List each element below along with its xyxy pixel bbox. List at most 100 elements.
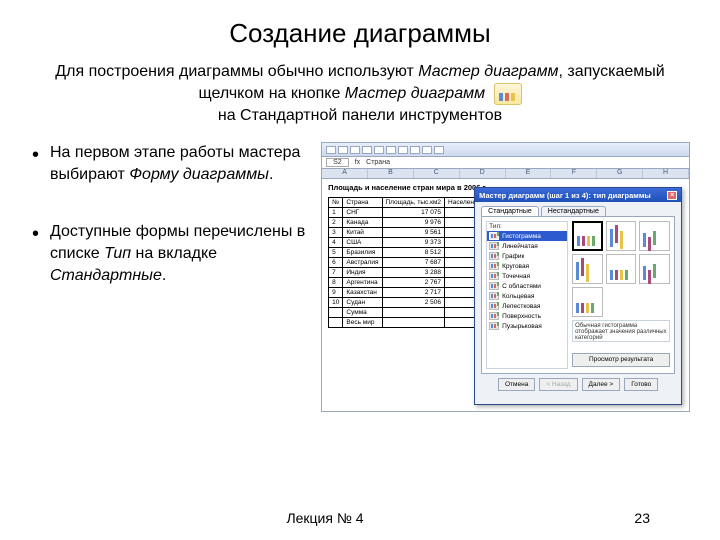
bullet-text: . xyxy=(269,166,273,183)
formula-content: Страна xyxy=(366,159,390,166)
back-button[interactable]: < Назад xyxy=(539,378,577,391)
chart-type-icon xyxy=(489,252,499,260)
chart-type-item[interactable]: С областями xyxy=(487,281,567,291)
chart-type-label: Лепестковая xyxy=(502,303,540,310)
col-header: E xyxy=(506,169,552,178)
cell: Весь мир xyxy=(343,318,382,328)
cell: 10 xyxy=(329,298,343,308)
excel-toolbar xyxy=(322,143,689,157)
th: Страна xyxy=(343,198,382,208)
cell: 3 288 xyxy=(382,268,445,278)
chart-type-item[interactable]: Лепестковая xyxy=(487,301,567,311)
chart-wizard-icon xyxy=(494,83,522,105)
cell: 8 512 xyxy=(382,248,445,258)
th: Площадь, тыс.км2 xyxy=(382,198,445,208)
tab-standard[interactable]: Стандартные xyxy=(481,206,539,216)
chart-type-item[interactable]: Гистограмма xyxy=(487,231,567,241)
cell: Канада xyxy=(343,218,382,228)
chart-type-item[interactable]: Точечная xyxy=(487,271,567,281)
cell: 2 xyxy=(329,218,343,228)
chart-type-icon xyxy=(489,242,499,250)
cell xyxy=(382,318,445,328)
cell: 2 717 xyxy=(382,288,445,298)
chart-type-item[interactable]: Кольцевая xyxy=(487,291,567,301)
wizard-buttons: Отмена < Назад Далее > Готово xyxy=(475,378,681,397)
cell: Аргентина xyxy=(343,278,382,288)
chart-subtype[interactable] xyxy=(606,254,637,284)
cell: 5 xyxy=(329,248,343,258)
chart-type-item[interactable]: График xyxy=(487,251,567,261)
excel-screenshot: S2 fx Страна A B C D E F G H Площадь и н… xyxy=(321,142,690,412)
cell: 4 xyxy=(329,238,343,248)
cell xyxy=(382,308,445,318)
slide-footer: Лекция № 4 23 xyxy=(0,510,720,526)
cell: 9 373 xyxy=(382,238,445,248)
intro-em2: Мастер диаграмм xyxy=(345,85,485,102)
cell: СНГ xyxy=(343,208,382,218)
page-number: 23 xyxy=(634,510,650,526)
close-icon[interactable]: × xyxy=(667,191,677,200)
cell: 2 506 xyxy=(382,298,445,308)
wizard-title: Мастер диаграмм (шаг 1 из 4): тип диагра… xyxy=(479,191,651,200)
chart-subtype[interactable] xyxy=(572,254,603,284)
cell: 17 075 xyxy=(382,208,445,218)
chart-type-label: Гистограмма xyxy=(502,233,541,240)
th: № xyxy=(329,198,343,208)
col-header: D xyxy=(460,169,506,178)
type-label: Тип: xyxy=(487,222,567,231)
subtype-description: Обычная гистограмма отображает значения … xyxy=(572,320,670,342)
wizard-tabs: Стандартные Нестандартные xyxy=(475,202,681,216)
chart-subtype[interactable] xyxy=(606,221,637,251)
bullet-text: . xyxy=(162,267,166,284)
intro-paragraph: Для построения диаграммы обычно использу… xyxy=(40,61,680,126)
cell: 3 xyxy=(329,228,343,238)
cell: 7 687 xyxy=(382,258,445,268)
chart-type-icon xyxy=(489,262,499,270)
chart-type-item[interactable]: Линейчатая xyxy=(487,241,567,251)
cell: 2 767 xyxy=(382,278,445,288)
cell: 6 xyxy=(329,258,343,268)
chart-subtype[interactable] xyxy=(639,254,670,284)
cell: 9 561 xyxy=(382,228,445,238)
col-header: G xyxy=(597,169,643,178)
cell: США xyxy=(343,238,382,248)
formula-bar: S2 fx Страна xyxy=(322,157,689,169)
chart-subtype[interactable] xyxy=(572,287,603,317)
next-button[interactable]: Далее > xyxy=(582,378,621,391)
cell: Австралия xyxy=(343,258,382,268)
bullet-item: На первом этапе работы мастера выбирают … xyxy=(30,142,309,185)
chart-type-label: Линейчатая xyxy=(502,243,538,250)
cell: Сумма xyxy=(343,308,382,318)
col-header: B xyxy=(368,169,414,178)
slide-title: Создание диаграммы xyxy=(30,18,690,49)
chart-type-icon xyxy=(489,232,499,240)
chart-type-label: Поверхность xyxy=(502,313,541,320)
chart-type-item[interactable]: Пузырьковая xyxy=(487,321,567,331)
col-header: A xyxy=(322,169,368,178)
cell: Судан xyxy=(343,298,382,308)
preview-result-button[interactable]: Просмотр результата xyxy=(572,353,670,367)
finish-button[interactable]: Готово xyxy=(624,378,658,391)
cell: Китай xyxy=(343,228,382,238)
chart-type-item[interactable]: Круговая xyxy=(487,261,567,271)
cell: Индия xyxy=(343,268,382,278)
cancel-button[interactable]: Отмена xyxy=(498,378,535,391)
cell: 9 xyxy=(329,288,343,298)
sheet-title: Площадь и население стран мира в 2006 г. xyxy=(328,183,487,192)
tab-custom[interactable]: Нестандартные xyxy=(541,206,606,216)
bullet-item: Доступные формы перечислены в списке Тип… xyxy=(30,221,309,286)
intro-text: Для построения диаграммы обычно использу… xyxy=(55,63,418,80)
lecture-label: Лекция № 4 xyxy=(286,510,363,526)
cell: 1 xyxy=(329,208,343,218)
col-header: H xyxy=(643,169,689,178)
chart-subtype[interactable] xyxy=(639,221,670,251)
chart-preview-grid: Обычная гистограмма отображает значения … xyxy=(572,221,670,369)
name-box: S2 xyxy=(326,158,349,167)
chart-type-list[interactable]: Тип: Гистограмма ЛинейчатаяГрафикКруговая… xyxy=(486,221,568,369)
chart-subtype[interactable] xyxy=(572,221,603,251)
cell: Казахстан xyxy=(343,288,382,298)
chart-type-icon xyxy=(489,282,499,290)
chart-type-label: С областями xyxy=(502,283,541,290)
chart-type-item[interactable]: Поверхность xyxy=(487,311,567,321)
bullet-em: Форму диаграммы xyxy=(129,166,269,183)
